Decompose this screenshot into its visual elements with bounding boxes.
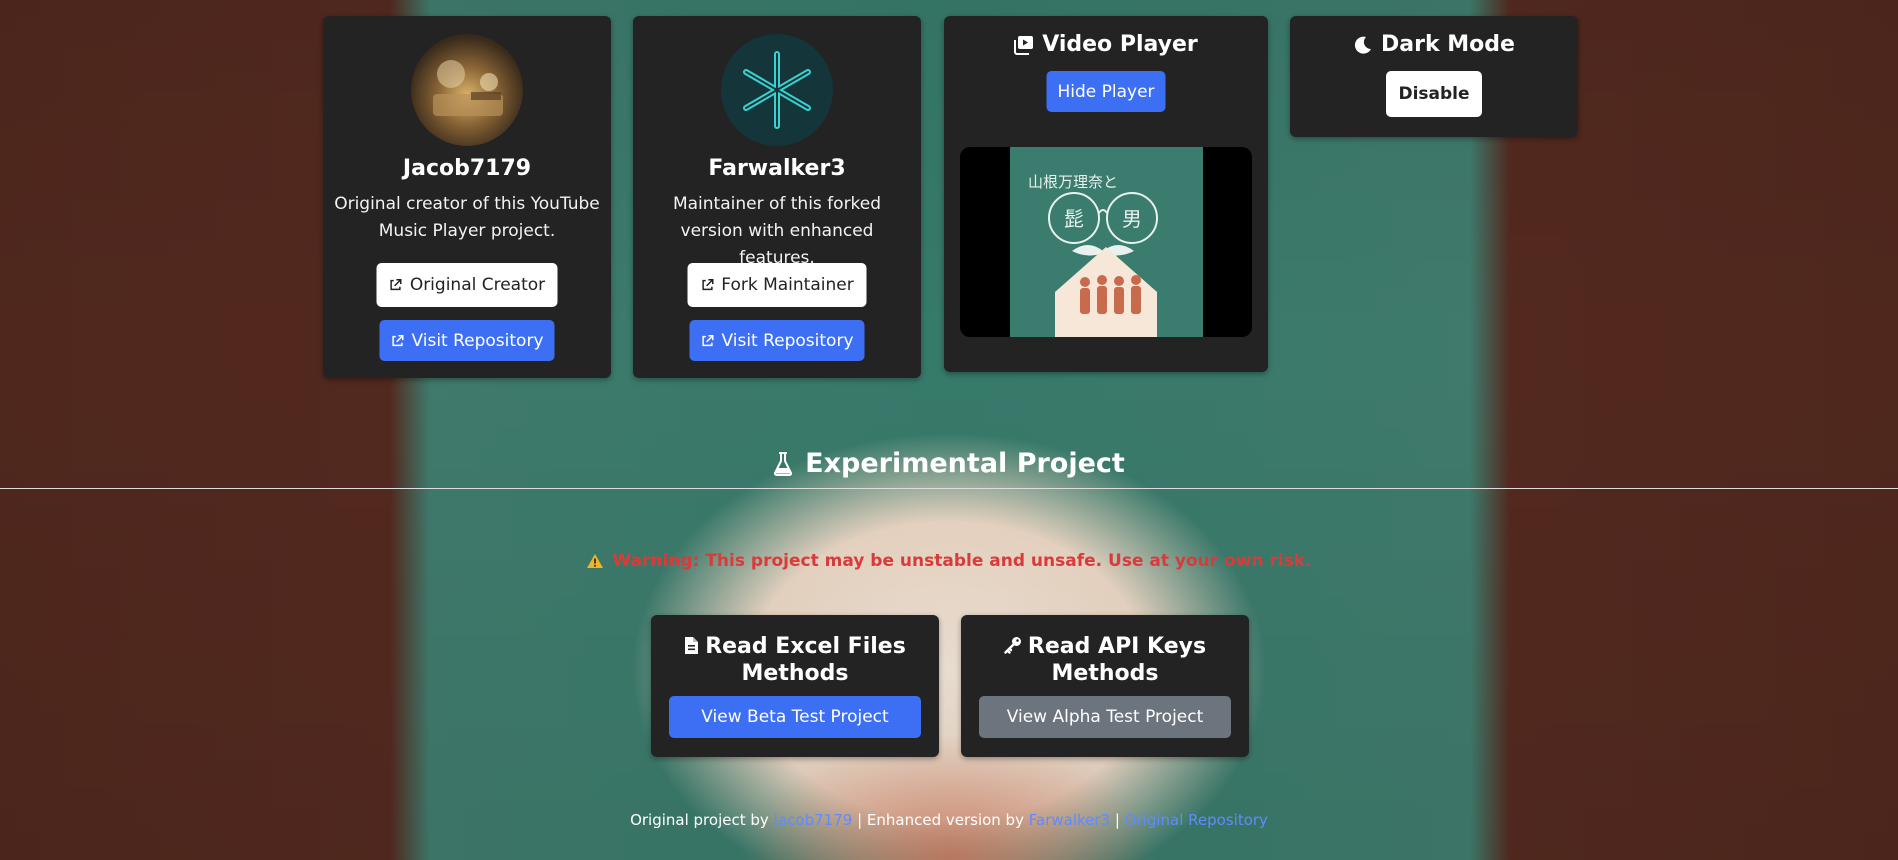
key-icon	[1004, 637, 1021, 654]
creator-description: Original creator of this YouTube Music P…	[334, 194, 600, 241]
external-link-icon	[702, 334, 714, 346]
cover-glyph-right: 男	[1122, 207, 1142, 231]
experimental-heading: Experimental Project	[0, 448, 1898, 479]
original-creator-label: Original Creator	[409, 275, 546, 295]
view-beta-test-button[interactable]: View Beta Test Project	[669, 696, 921, 738]
external-link-icon	[702, 279, 714, 291]
excel-project-title: Read Excel Files Methods	[705, 634, 906, 686]
footer-author-link[interactable]: Jacob7179	[774, 811, 853, 829]
visit-repository-label: Visit Repository	[721, 330, 854, 351]
experimental-title: Experimental Project	[805, 448, 1125, 479]
disable-dark-mode-button[interactable]: Disable	[1386, 71, 1482, 117]
warning-text: Warning: This project may be unstable an…	[612, 551, 1312, 571]
view-alpha-test-button[interactable]: View Alpha Test Project	[979, 696, 1231, 738]
footer-maintainer-link[interactable]: Farwalker3	[1029, 811, 1110, 829]
visit-repository-button[interactable]: Visit Repository	[689, 320, 865, 361]
api-keys-project-title: Read API Keys Methods	[1027, 634, 1207, 686]
video-player-title: Video Player	[1042, 32, 1198, 57]
footer: Original project by Jacob7179 | Enhanced…	[0, 811, 1898, 829]
fork-maintainer-label: Fork Maintainer	[721, 275, 854, 295]
api-keys-project-heading: Read API Keys Methods	[971, 633, 1239, 687]
video-player-card: Video Player Hide Player 山根万理奈と 髭 男	[944, 16, 1268, 372]
fork-maintainer-button[interactable]: Fork Maintainer	[687, 263, 867, 307]
hide-player-button[interactable]: Hide Player	[1046, 71, 1166, 112]
creator-name: Jacob7179	[402, 156, 532, 181]
creator-card-jacob: Jacob7179 Original creator of this YouTu…	[323, 16, 611, 378]
external-link-icon	[390, 279, 402, 291]
asterisk-logo-icon	[743, 51, 811, 129]
flask-icon	[774, 451, 793, 476]
footer-prefix: Original project by	[630, 811, 769, 829]
api-keys-project-card: Read API Keys Methods View Alpha Test Pr…	[961, 615, 1249, 757]
footer-repo-link[interactable]: Original Repository	[1125, 811, 1268, 829]
excel-project-card: Read Excel Files Methods View Beta Test …	[651, 615, 939, 757]
external-link-icon	[392, 334, 404, 346]
section-divider	[0, 488, 1898, 489]
avatar	[411, 34, 523, 146]
creator-description: Maintainer of this forked version with e…	[672, 194, 882, 268]
video-frame[interactable]: 山根万理奈と 髭 男	[960, 147, 1252, 337]
original-creator-button[interactable]: Original Creator	[376, 263, 558, 307]
footer-middle: | Enhanced version by	[857, 811, 1024, 829]
footer-separator: |	[1114, 811, 1120, 829]
warning-icon	[587, 554, 604, 568]
dark-mode-title: Dark Mode	[1381, 32, 1515, 57]
cover-glyph-left: 髭	[1064, 207, 1084, 231]
document-icon	[685, 637, 699, 654]
visit-repository-button[interactable]: Visit Repository	[379, 320, 555, 361]
avatar	[721, 34, 833, 146]
creator-name: Farwalker3	[708, 156, 846, 181]
video-player-heading: Video Player	[944, 32, 1268, 57]
video-icon	[1014, 35, 1034, 55]
cover-title-text: 山根万理奈と	[1028, 173, 1118, 191]
moon-icon	[1354, 36, 1372, 54]
creator-card-farwalker: Farwalker3 Maintainer of this forked ver…	[633, 16, 921, 378]
warning-message: Warning: This project may be unstable an…	[0, 551, 1898, 571]
dark-mode-card: Dark Mode Disable	[1290, 16, 1578, 137]
visit-repository-label: Visit Repository	[411, 330, 544, 351]
dark-mode-heading: Dark Mode	[1290, 32, 1578, 57]
excel-project-heading: Read Excel Files Methods	[661, 633, 929, 687]
album-cover: 山根万理奈と 髭 男	[1010, 147, 1203, 337]
